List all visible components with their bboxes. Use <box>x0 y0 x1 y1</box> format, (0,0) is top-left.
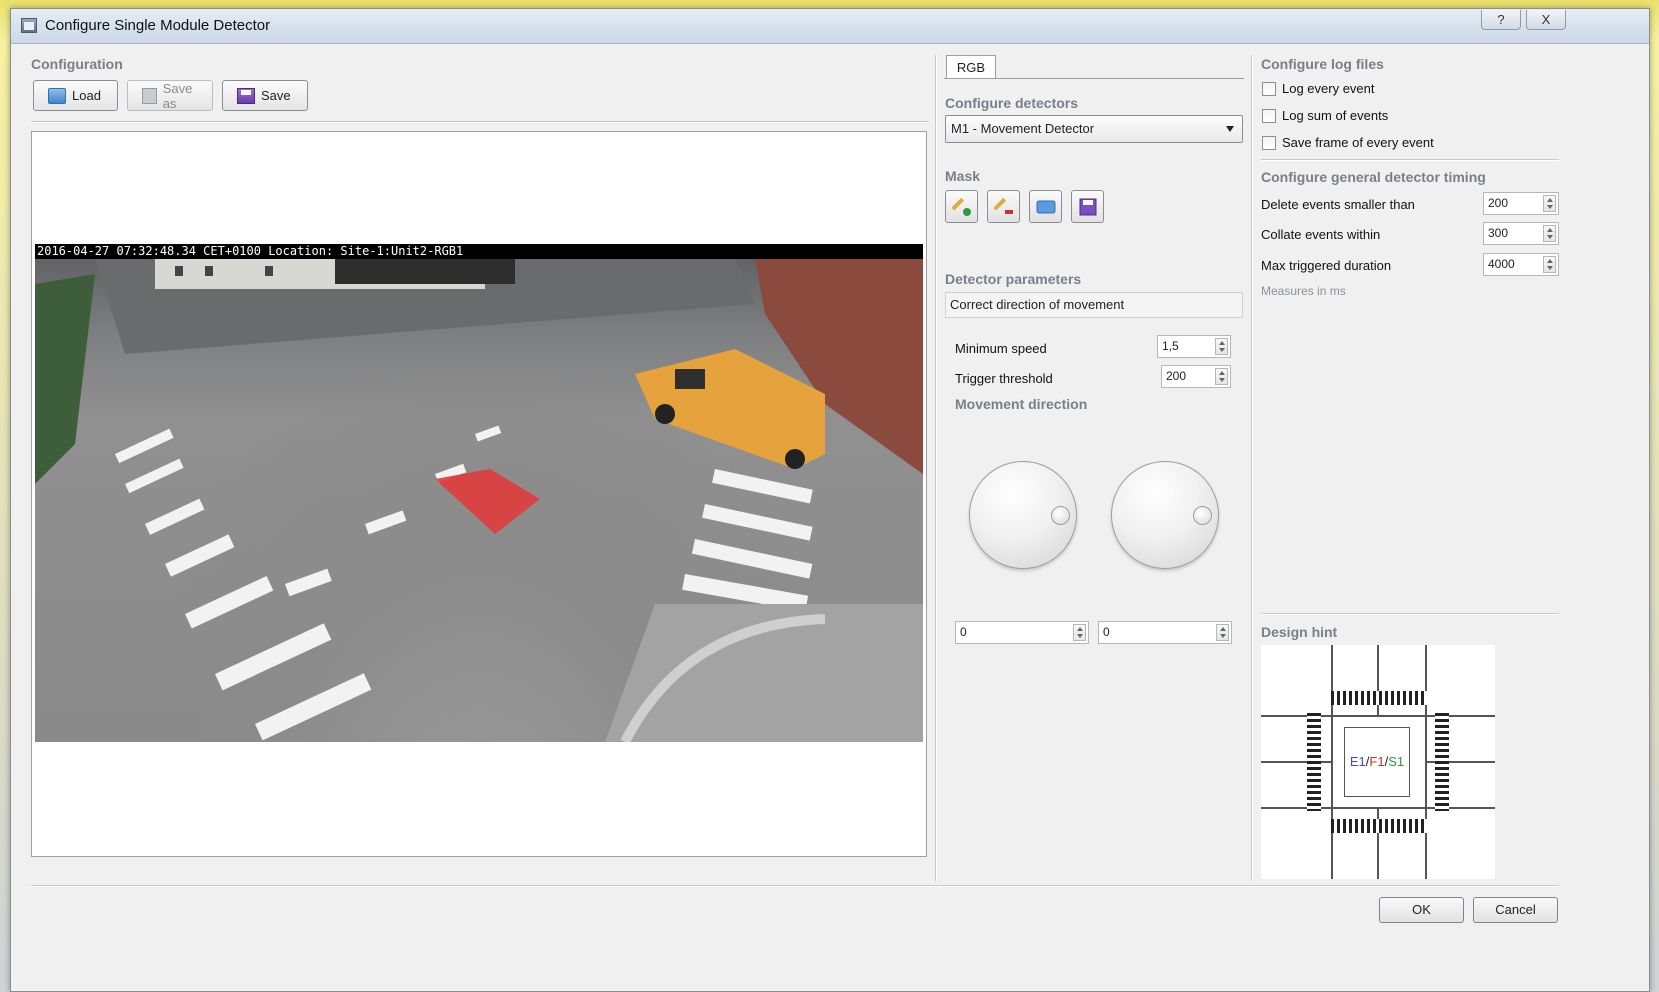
minimum-speed-value: 1,5 <box>1162 339 1179 353</box>
cancel-button[interactable]: Cancel <box>1473 897 1558 923</box>
save-disk-icon <box>237 87 255 104</box>
max-triggered-value: 4000 <box>1488 257 1515 271</box>
config-separator <box>31 121 929 123</box>
configure-log-files-label: Configure log files <box>1261 56 1384 72</box>
mask-label: Mask <box>945 168 981 184</box>
folder-icon <box>48 87 66 104</box>
design-hint-label: Design hint <box>1261 624 1338 640</box>
direction-1-input[interactable]: 0 <box>955 621 1089 644</box>
collate-events-value: 300 <box>1488 226 1509 240</box>
dial-knob[interactable] <box>1051 506 1070 525</box>
add-mask-button[interactable] <box>945 190 978 223</box>
spin-arrows-icon[interactable] <box>1216 624 1229 641</box>
trigger-threshold-input[interactable]: 200 <box>1161 365 1231 388</box>
configure-detectors-label: Configure detectors <box>945 95 1079 111</box>
direction-2-value: 0 <box>1103 625 1110 639</box>
mask-area <box>435 469 540 534</box>
open-mask-icon <box>1036 200 1056 214</box>
erase-mask-button[interactable] <box>987 190 1020 223</box>
save-label: Save <box>261 88 291 103</box>
hint-separator <box>1261 613 1559 615</box>
crosswalk-bottom <box>1331 819 1427 833</box>
direction-dial-2[interactable] <box>1111 461 1219 569</box>
app-icon <box>21 18 37 33</box>
open-mask-button[interactable] <box>1029 190 1062 223</box>
tab-rgb[interactable]: RGB <box>946 55 996 79</box>
title-bar: Configure Single Module Detector ? X <box>11 9 1649 44</box>
right-divider <box>1251 55 1253 881</box>
collate-events-input[interactable]: 300 <box>1483 222 1559 245</box>
direction-dial-1[interactable] <box>969 461 1077 569</box>
street-scene <box>35 259 923 742</box>
max-triggered-input[interactable]: 4000 <box>1483 253 1559 276</box>
parameter-group-header: Correct direction of movement <box>945 292 1243 318</box>
crosswalk-left <box>1307 713 1321 811</box>
detector-select-value: M1 - Movement Detector <box>951 121 1095 136</box>
window-title: Configure Single Module Detector <box>45 17 271 34</box>
crosswalk-right <box>1435 713 1449 811</box>
footer-separator <box>31 885 1559 887</box>
save-as-button[interactable]: Save as <box>127 80 213 111</box>
spin-arrows-icon[interactable] <box>1543 225 1556 242</box>
units-note: Measures in ms <box>1261 284 1346 298</box>
minimum-speed-input[interactable]: 1,5 <box>1157 335 1231 358</box>
detector-parameters-label: Detector parameters <box>945 271 1082 287</box>
left-divider <box>935 55 937 881</box>
direction-1-value: 0 <box>960 625 967 639</box>
hint-center-box: E1/F1/S1 <box>1344 727 1410 797</box>
crosswalk-top <box>1331 691 1427 705</box>
hint-e-label: E1 <box>1349 754 1366 769</box>
tab-baseline <box>944 78 1244 79</box>
spin-arrows-icon[interactable] <box>1073 624 1086 641</box>
erase-mask-icon <box>994 197 1013 214</box>
collate-events-label: Collate events within <box>1261 227 1381 242</box>
save-frame-checkbox[interactable] <box>1262 136 1276 150</box>
save-button[interactable]: Save <box>222 80 308 111</box>
delete-events-value: 200 <box>1488 196 1509 210</box>
save-mask-icon <box>1079 198 1097 216</box>
trigger-threshold-value: 200 <box>1166 369 1187 383</box>
save-as-icon <box>142 87 157 104</box>
save-frame-label: Save frame of every event <box>1282 135 1434 150</box>
hint-f-label: F1 <box>1369 754 1385 769</box>
save-as-label: Save as <box>162 80 193 111</box>
ok-button[interactable]: OK <box>1379 897 1464 923</box>
minimum-speed-label: Minimum speed <box>955 341 1047 356</box>
camera-preview[interactable]: 2016-04-27 07:32:48.34 CET+0100 Location… <box>31 131 927 857</box>
spin-arrows-icon[interactable] <box>1543 256 1556 273</box>
design-hint-diagram: E1/F1/S1 <box>1261 645 1495 879</box>
configuration-label: Configuration <box>31 56 123 72</box>
log-every-event-checkbox[interactable] <box>1262 82 1276 96</box>
spin-arrows-icon[interactable] <box>1215 338 1228 355</box>
add-mask-icon <box>952 197 971 216</box>
detector-timing-label: Configure general detector timing <box>1261 169 1486 185</box>
spin-arrows-icon[interactable] <box>1543 195 1556 212</box>
log-every-event-label: Log every event <box>1282 81 1375 96</box>
close-button[interactable]: X <box>1526 10 1566 30</box>
hint-s-label: S1 <box>1388 754 1405 769</box>
movement-direction-label: Movement direction <box>955 396 1088 412</box>
load-label: Load <box>72 88 101 103</box>
chevron-down-icon <box>1226 126 1234 132</box>
load-button[interactable]: Load <box>33 80 118 111</box>
log-separator <box>1261 159 1559 161</box>
log-sum-events-label: Log sum of events <box>1282 108 1389 123</box>
spin-arrows-icon[interactable] <box>1215 368 1228 385</box>
help-button[interactable]: ? <box>1481 10 1521 30</box>
trigger-threshold-label: Trigger threshold <box>955 371 1053 386</box>
detector-select[interactable]: M1 - Movement Detector <box>945 115 1243 143</box>
direction-2-input[interactable]: 0 <box>1098 621 1232 644</box>
delete-events-input[interactable]: 200 <box>1483 192 1559 215</box>
max-triggered-label: Max triggered duration <box>1261 258 1392 273</box>
dial-knob[interactable] <box>1193 506 1212 525</box>
dialog-window: Configure Single Module Detector ? X Con… <box>10 8 1650 992</box>
log-sum-events-checkbox[interactable] <box>1262 109 1276 123</box>
camera-image: 2016-04-27 07:32:48.34 CET+0100 Location… <box>35 244 923 742</box>
delete-events-label: Delete events smaller than <box>1261 197 1415 212</box>
save-mask-button[interactable] <box>1071 190 1104 223</box>
